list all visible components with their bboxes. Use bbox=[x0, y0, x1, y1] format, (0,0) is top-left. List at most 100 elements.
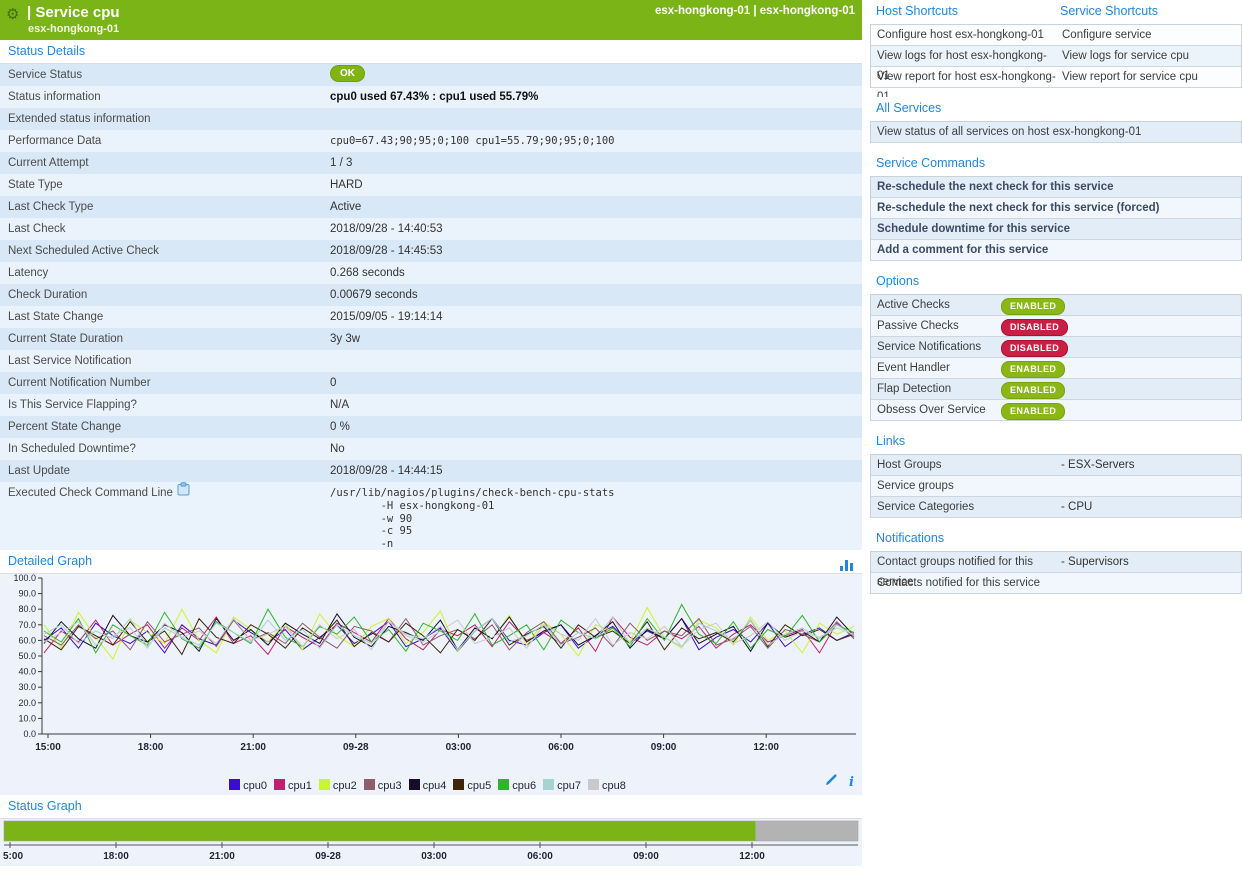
row-label: Last Update bbox=[0, 460, 330, 482]
links-label: Service Categories bbox=[871, 497, 1061, 517]
status-graph-panel: 5:0018:0021:0009-2803:0006:0009:0012:00 bbox=[0, 819, 862, 866]
notifications-value[interactable]: - Supervisors bbox=[1061, 552, 1241, 572]
svg-text:100.0: 100.0 bbox=[13, 574, 36, 583]
header-host-breadcrumb[interactable]: esx-hongkong-01 | esx-hongkong-01 bbox=[655, 5, 855, 17]
option-status-badge: DISABLED bbox=[1001, 340, 1068, 357]
notifications-label: Contacts notified for this service bbox=[871, 573, 1061, 593]
row-label: Current Notification Number bbox=[0, 372, 330, 394]
row-label: Latency bbox=[0, 262, 330, 284]
shortcut-link[interactable]: View logs for service cpu bbox=[1056, 46, 1241, 66]
option-row[interactable]: Obsess Over ServiceENABLED bbox=[871, 400, 1241, 421]
option-row[interactable]: Passive ChecksDISABLED bbox=[871, 316, 1241, 337]
shortcut-link[interactable]: View report for service cpu bbox=[1056, 67, 1241, 87]
status-graph-svg: 5:0018:0021:0009-2803:0006:0009:0012:00 bbox=[0, 819, 862, 866]
svg-text:12:00: 12:00 bbox=[753, 742, 779, 753]
option-label: Event Handler bbox=[871, 358, 1001, 378]
svg-text:09-28: 09-28 bbox=[315, 851, 341, 862]
table-row: Re-schedule the next check for this serv… bbox=[871, 198, 1241, 219]
legend-label: cpu8 bbox=[602, 780, 626, 792]
row-value bbox=[330, 108, 862, 130]
links-value[interactable]: - ESX-Servers bbox=[1061, 455, 1241, 475]
svg-text:70.0: 70.0 bbox=[18, 620, 36, 630]
host-name-subtitle: esx-hongkong-01 bbox=[28, 23, 119, 35]
svg-text:03:00: 03:00 bbox=[446, 742, 472, 753]
table-row: Status informationcpu0 used 67.43% : cpu… bbox=[0, 86, 862, 108]
table-row: Performance Datacpu0=67.43;90;95;0;100 c… bbox=[0, 130, 862, 152]
all-services-link[interactable]: View status of all services on host esx-… bbox=[871, 122, 1241, 142]
row-label: Last Service Notification bbox=[0, 350, 330, 372]
row-label: Service Status bbox=[0, 64, 330, 86]
info-icon[interactable]: i bbox=[849, 775, 854, 790]
option-row[interactable]: Service NotificationsDISABLED bbox=[871, 337, 1241, 358]
service-command-link[interactable]: Re-schedule the next check for this serv… bbox=[871, 177, 1241, 197]
row-value: HARD bbox=[330, 174, 862, 196]
table-row: Contacts notified for this service bbox=[871, 573, 1241, 594]
table-row: View report for host esx-hongkong-01View… bbox=[871, 67, 1241, 88]
row-value: No bbox=[330, 438, 862, 460]
status-details-heading: Status Details bbox=[0, 40, 862, 64]
row-value: 0.00679 seconds bbox=[330, 284, 862, 306]
links-heading: Links bbox=[870, 430, 1242, 454]
notifications-label: Contact groups notified for this service bbox=[871, 552, 1061, 572]
table-row: In Scheduled Downtime?No bbox=[0, 438, 862, 460]
svg-text:0.0: 0.0 bbox=[23, 729, 36, 739]
svg-text:18:00: 18:00 bbox=[103, 851, 129, 862]
notifications-rows: Contact groups notified for this service… bbox=[870, 551, 1242, 594]
svg-text:5:00: 5:00 bbox=[3, 851, 23, 862]
row-label: State Type bbox=[0, 174, 330, 196]
table-row: Current Notification Number0 bbox=[0, 372, 862, 394]
svg-text:09:00: 09:00 bbox=[633, 851, 659, 862]
shortcut-link[interactable]: View report for host esx-hongkong-01 bbox=[871, 67, 1056, 87]
host-shortcuts-heading: Host Shortcuts bbox=[870, 0, 1060, 24]
row-label: Is This Service Flapping? bbox=[0, 394, 330, 416]
clipboard-icon[interactable] bbox=[177, 482, 190, 504]
option-label: Flap Detection bbox=[871, 379, 1001, 399]
table-row: Configure host esx-hongkong-01Configure … bbox=[871, 25, 1241, 46]
service-shortcuts-heading: Service Shortcuts bbox=[1060, 0, 1158, 24]
option-row[interactable]: Active ChecksENABLED bbox=[871, 295, 1241, 316]
row-value: cpu0 used 67.43% : cpu1 used 55.79% bbox=[330, 86, 862, 108]
row-label: Check Duration bbox=[0, 284, 330, 306]
table-row: Latency0.268 seconds bbox=[0, 262, 862, 284]
table-row: State TypeHARD bbox=[0, 174, 862, 196]
links-rows: Host Groups- ESX-ServersService groupsSe… bbox=[870, 454, 1242, 518]
legend-item: cpu1 bbox=[274, 779, 312, 792]
legend-item: cpu0 bbox=[229, 779, 267, 792]
legend-label: cpu0 bbox=[243, 780, 267, 792]
service-command-link[interactable]: Re-schedule the next check for this serv… bbox=[871, 198, 1241, 218]
row-value: /usr/lib/nagios/plugins/check-bench-cpu-… bbox=[330, 482, 862, 556]
svg-text:10.0: 10.0 bbox=[18, 713, 36, 723]
shortcut-link[interactable]: Configure host esx-hongkong-01 bbox=[871, 25, 1056, 45]
all-services-heading: All Services bbox=[870, 97, 1242, 121]
legend-item: cpu4 bbox=[409, 779, 447, 792]
gear-icon[interactable]: ⚙ bbox=[6, 5, 19, 23]
table-row: Extended status information bbox=[0, 108, 862, 130]
notifications-heading: Notifications bbox=[870, 527, 1242, 551]
svg-text:21:00: 21:00 bbox=[240, 742, 266, 753]
svg-text:03:00: 03:00 bbox=[421, 851, 447, 862]
shortcut-link[interactable]: View logs for host esx-hongkong-01 bbox=[871, 46, 1056, 66]
option-status-badge: DISABLED bbox=[1001, 319, 1068, 336]
pencil-icon[interactable] bbox=[825, 773, 842, 790]
svg-text:12:00: 12:00 bbox=[739, 851, 765, 862]
detailed-graph-title: Detailed Graph bbox=[8, 554, 92, 568]
legend-label: cpu6 bbox=[512, 780, 536, 792]
links-value[interactable]: - CPU bbox=[1061, 497, 1241, 517]
row-value: 2015/09/05 - 19:14:14 bbox=[330, 306, 862, 328]
links-label: Host Groups bbox=[871, 455, 1061, 475]
shortcut-link[interactable]: Configure service bbox=[1056, 25, 1241, 45]
service-command-link[interactable]: Schedule downtime for this service bbox=[871, 219, 1241, 239]
svg-text:15:00: 15:00 bbox=[35, 742, 61, 753]
row-value: 0 bbox=[330, 372, 862, 394]
option-row[interactable]: Event HandlerENABLED bbox=[871, 358, 1241, 379]
detailed-graph-svg: 0.010.020.030.040.050.060.070.080.090.01… bbox=[0, 574, 862, 766]
table-row: Service StatusOK bbox=[0, 64, 862, 86]
option-row[interactable]: Flap DetectionENABLED bbox=[871, 379, 1241, 400]
row-value: 0.268 seconds bbox=[330, 262, 862, 284]
legend-swatch bbox=[229, 779, 240, 790]
svg-text:06:00: 06:00 bbox=[527, 851, 553, 862]
service-command-link[interactable]: Add a comment for this service bbox=[871, 240, 1241, 260]
legend-swatch bbox=[274, 779, 285, 790]
table-row: Host Groups- ESX-Servers bbox=[871, 455, 1241, 476]
row-value bbox=[330, 350, 862, 372]
